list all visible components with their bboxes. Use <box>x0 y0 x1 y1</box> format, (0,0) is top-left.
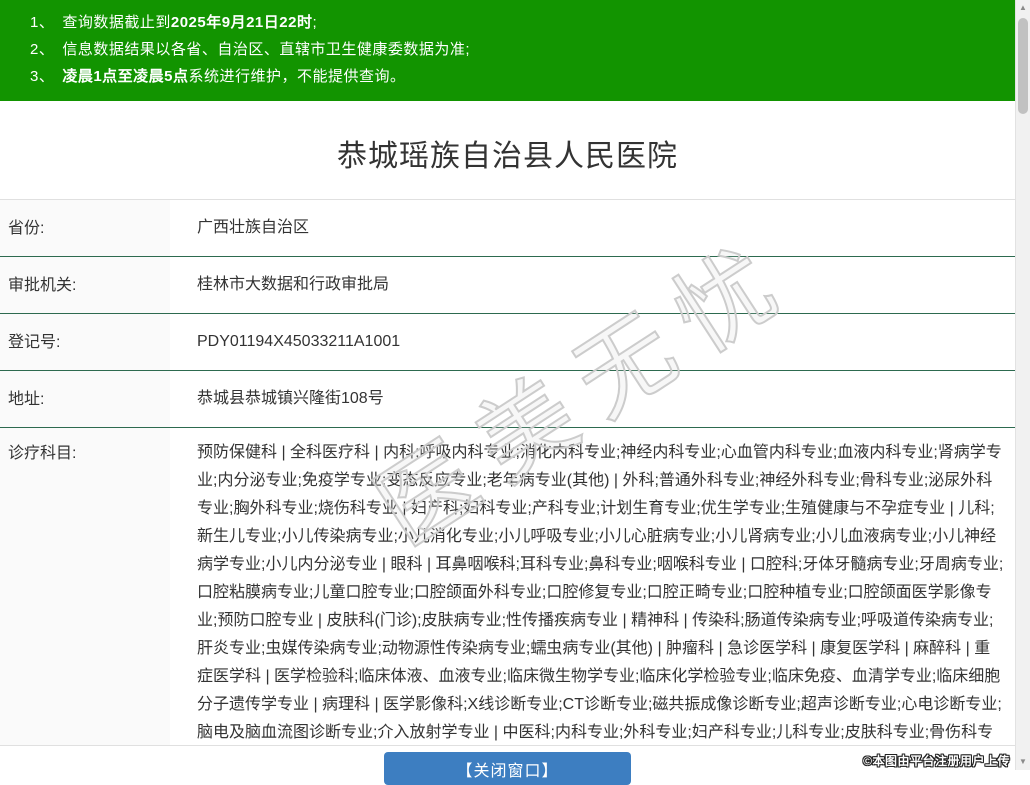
notice-bold-text: 凌晨1点至凌晨5点 <box>62 68 189 85</box>
main-content: 恭城瑶族自治县人民医院 省份: 广西壮族自治区 审批机关: 桂林市大数据和行政审… <box>0 131 1015 785</box>
table-row-registration-number: 登记号: PDY01194X45033211A1001 <box>0 314 1015 371</box>
field-label: 地址: <box>0 371 170 427</box>
close-window-button[interactable]: 【关闭窗口】 <box>384 752 631 785</box>
field-value: 桂林市大数据和行政审批局 <box>197 276 390 293</box>
field-label: 审批机关: <box>0 257 170 313</box>
hospital-info-table: 省份: 广西壮族自治区 审批机关: 桂林市大数据和行政审批局 登记号: PDY0… <box>0 199 1015 746</box>
notice-text: 系统进行维护，不能提供查询。 <box>188 68 406 85</box>
notice-text: ; <box>312 14 318 31</box>
table-row-medical-departments: 诊疗科目: 预防保健科 | 全科医疗科 | 内科;呼吸内科专业;消化内科专业;神… <box>0 428 1015 745</box>
notice-line-2: 2、 信息数据结果以各省、自治区、直辖市卫生健康委数据为准; <box>30 36 1010 63</box>
notice-line-1: 1、 查询数据截止到2025年9月21日22时; <box>30 9 1010 36</box>
table-row-address: 地址: 恭城县恭城镇兴隆街108号 <box>0 371 1015 428</box>
image-credit: ©本图由平台注册用户上传 <box>863 754 1010 768</box>
field-value: PDY01194X45033211A1001 <box>197 333 401 350</box>
field-label: 登记号: <box>0 314 170 370</box>
scrollbar[interactable]: ▲ ▼ <box>1015 0 1030 770</box>
field-label: 诊疗科目: <box>0 428 170 745</box>
notice-text: 信息数据结果以各省、自治区、直辖市卫生健康委数据为准; <box>62 41 471 58</box>
field-value: 广西壮族自治区 <box>197 219 310 236</box>
hospital-title: 恭城瑶族自治县人民医院 <box>337 140 678 173</box>
notice-number: 3、 <box>30 68 55 85</box>
notice-banner: 1、 查询数据截止到2025年9月21日22时; 2、 信息数据结果以各省、自治区、… <box>0 0 1030 101</box>
notice-line-3: 3、 凌晨1点至凌晨5点系统进行维护，不能提供查询。 <box>30 63 1010 90</box>
table-row-province: 省份: 广西壮族自治区 <box>0 200 1015 257</box>
notice-bold-text: 2025年9月21日22时 <box>170 14 313 31</box>
table-row-approval-authority: 审批机关: 桂林市大数据和行政审批局 <box>0 257 1015 314</box>
scroll-up-arrow-icon[interactable]: ▲ <box>1016 0 1030 16</box>
notice-number: 1、 <box>30 14 55 31</box>
field-value: 恭城县恭城镇兴隆街108号 <box>197 390 384 407</box>
notice-text: 查询数据截止到 <box>62 14 171 31</box>
scroll-down-arrow-icon[interactable]: ▼ <box>1016 754 1030 770</box>
field-value: 预防保健科 | 全科医疗科 | 内科;呼吸内科专业;消化内科专业;神经内科专业;… <box>197 444 1004 741</box>
scrollbar-thumb[interactable] <box>1018 18 1028 114</box>
notice-number: 2、 <box>30 41 55 58</box>
field-label: 省份: <box>0 200 170 256</box>
